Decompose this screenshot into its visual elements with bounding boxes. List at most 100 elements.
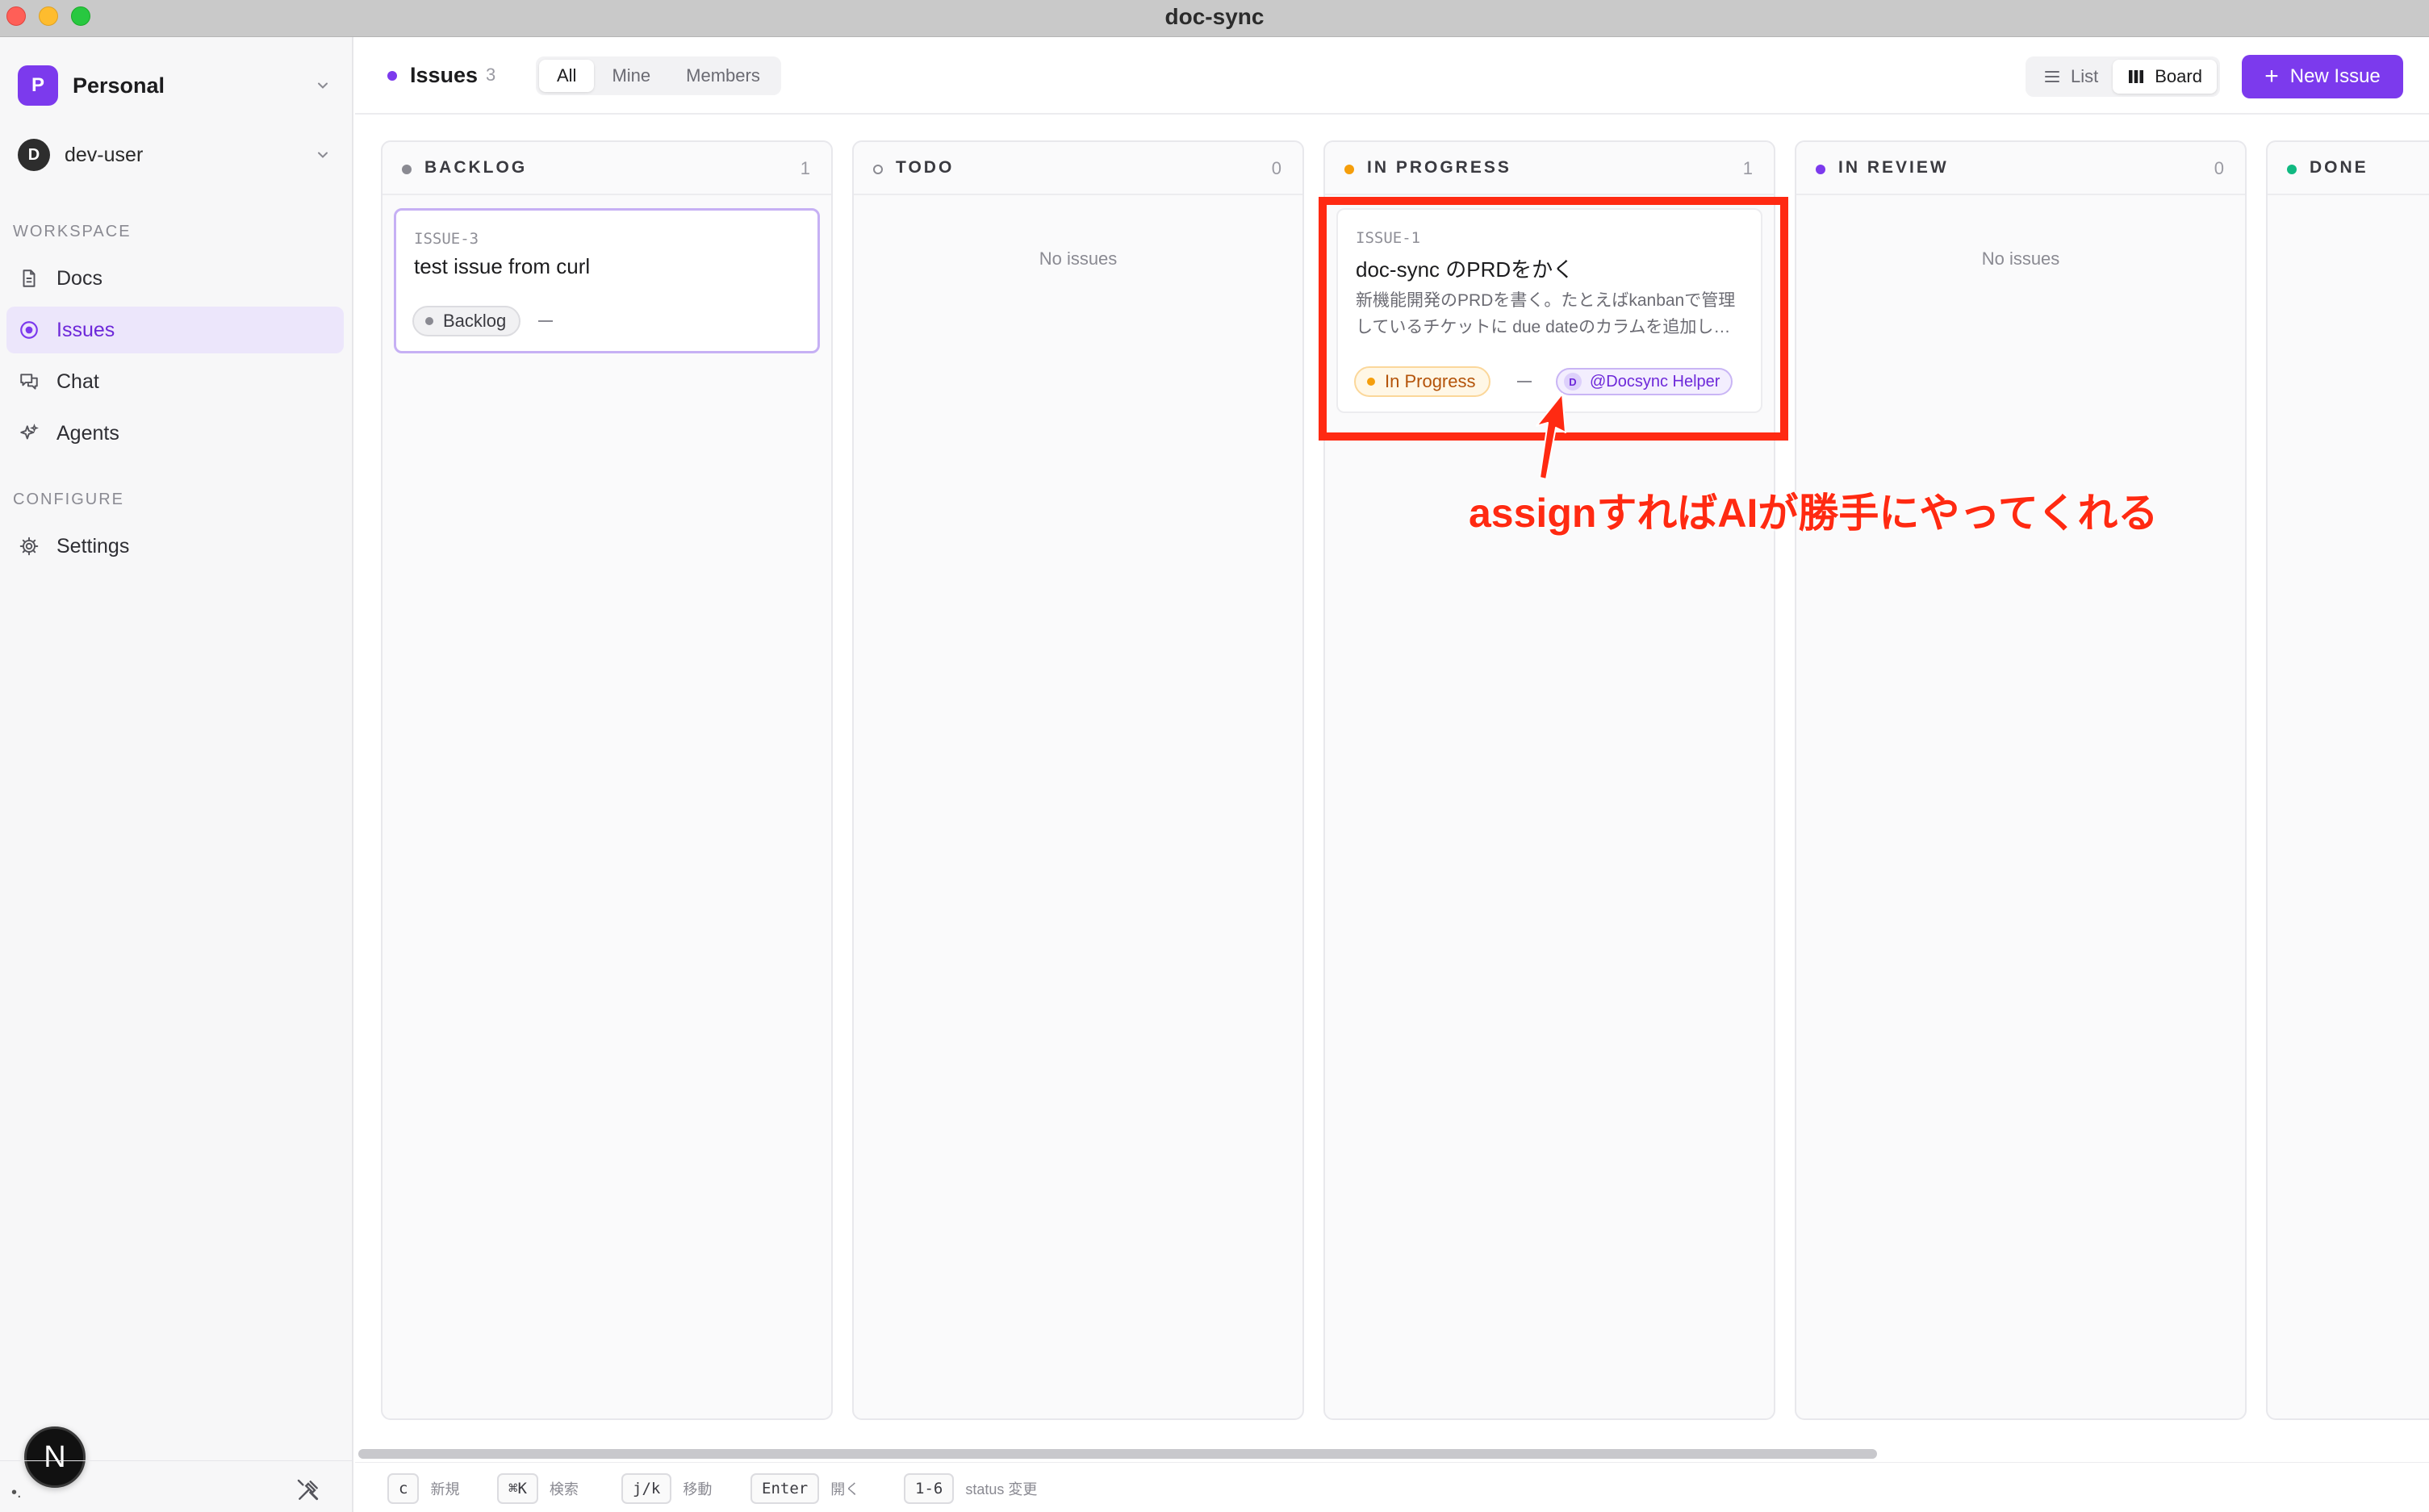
- column-header: BACKLOG 1: [383, 142, 831, 195]
- user-switcher[interactable]: D dev-user: [18, 134, 334, 176]
- gear-icon: [16, 533, 42, 559]
- tab-mine[interactable]: Mine: [594, 60, 668, 92]
- column-in-review: IN REVIEW 0 No issues: [1795, 140, 2247, 1420]
- sidebar-item-label: Chat: [56, 370, 99, 393]
- issues-icon: [16, 317, 42, 343]
- issues-dot-icon: [387, 71, 397, 81]
- shortcut-label: status 変更: [965, 1481, 1038, 1497]
- status-dot-icon: [1344, 165, 1354, 174]
- avatar: D: [18, 139, 50, 171]
- shortcut-label: 新規: [430, 1481, 460, 1497]
- sidebar-item-issues[interactable]: Issues: [6, 307, 344, 353]
- chat-icon: [16, 369, 42, 395]
- board-view-button[interactable]: Board: [2113, 60, 2217, 94]
- list-view-button[interactable]: List: [2029, 60, 2113, 94]
- shortcut-key: Enter: [750, 1473, 820, 1504]
- no-due-date-dash: [538, 320, 553, 322]
- column-title: IN REVIEW: [1838, 158, 1949, 177]
- document-icon: [16, 265, 42, 291]
- view-toggle: List Board: [2026, 56, 2220, 97]
- tools-icon[interactable]: [295, 1477, 321, 1503]
- status-dot-icon: [1816, 165, 1825, 174]
- board-view-label: Board: [2155, 66, 2202, 86]
- sidebar-item-chat[interactable]: Chat: [6, 358, 344, 405]
- shortcut-bar: c 新規 ⌘K 検索 j/k 移動 Enter 開く 1-6 status 変更: [355, 1462, 2429, 1512]
- column-title: BACKLOG: [424, 158, 528, 177]
- status-dot-icon: [873, 165, 883, 174]
- column-title: DONE: [2310, 158, 2368, 177]
- annotation-arrow-icon: [1536, 393, 1566, 480]
- column-header: TODO 0: [854, 142, 1302, 195]
- user-name: dev-user: [65, 143, 144, 166]
- shortcut-status: 1-6 status 変更: [904, 1472, 1037, 1505]
- column-done: DONE: [2266, 140, 2429, 1420]
- column-header: DONE: [2268, 142, 2429, 195]
- board-icon: [2129, 70, 2144, 83]
- chevron-down-icon: [311, 74, 334, 97]
- section-label-workspace: WORKSPACE: [13, 223, 132, 240]
- horizontal-scrollbar[interactable]: [358, 1449, 1877, 1459]
- workspace-switcher[interactable]: P Personal: [18, 63, 334, 108]
- list-view-label: List: [2071, 66, 2099, 86]
- empty-state: No issues: [1981, 249, 2060, 269]
- shortcut-key: ⌘K: [497, 1473, 538, 1504]
- status-dot-icon: [402, 165, 412, 174]
- column-count: 0: [2214, 158, 2224, 178]
- section-label-configure: CONFIGURE: [13, 491, 124, 508]
- agents-icon: [16, 420, 42, 446]
- column-title: IN PROGRESS: [1367, 158, 1511, 177]
- shortcut-search: ⌘K 検索: [497, 1472, 579, 1505]
- new-issue-label: New Issue: [2289, 65, 2381, 87]
- column-count: 1: [800, 158, 810, 178]
- sidebar-item-label: Issues: [56, 318, 115, 341]
- chevron-down-icon: [311, 144, 334, 166]
- status-dot-icon: [425, 317, 433, 325]
- tab-all[interactable]: All: [539, 60, 595, 92]
- tab-members[interactable]: Members: [668, 60, 778, 92]
- status-dot-icon: [2287, 165, 2297, 174]
- column-title: TODO: [896, 158, 955, 177]
- title-bar: doc-sync: [0, 0, 2429, 37]
- issue-card[interactable]: ISSUE-3 test issue from curl Backlog: [394, 208, 820, 353]
- column-todo: TODO 0 No issues: [852, 140, 1304, 1420]
- column-backlog: BACKLOG 1 ISSUE-3 test issue from curl B…: [381, 140, 833, 1420]
- shortcut-label: 開く: [830, 1481, 860, 1497]
- page-title: Issues: [410, 63, 479, 87]
- plus-icon: +: [2264, 63, 2279, 90]
- shortcut-move: j/k 移動: [621, 1472, 712, 1505]
- shortcut-key: j/k: [621, 1473, 672, 1504]
- sidebar-item-label: Docs: [56, 266, 102, 290]
- sidebar: P Personal D dev-user WORKSPACE Docs Iss…: [0, 37, 353, 1512]
- sidebar-item-settings[interactable]: Settings: [6, 523, 344, 570]
- column-count: 0: [1271, 158, 1281, 178]
- shortcut-key: c: [387, 1473, 420, 1504]
- shortcut-new: c 新規: [387, 1472, 459, 1505]
- shortcut-key: 1-6: [904, 1473, 955, 1504]
- status-label: Backlog: [443, 311, 507, 331]
- filter-tabs: All Mine Members: [536, 56, 781, 95]
- column-header: IN PROGRESS 1: [1325, 142, 1774, 195]
- new-issue-button[interactable]: + New Issue: [2242, 55, 2403, 98]
- shortcut-open: Enter 開く: [750, 1472, 859, 1505]
- list-icon: [2045, 71, 2059, 82]
- workspace-name: Personal: [73, 73, 165, 98]
- sidebar-item-agents[interactable]: Agents: [6, 410, 344, 457]
- issue-id: ISSUE-3: [414, 230, 479, 248]
- column-header: IN REVIEW 0: [1796, 142, 2245, 195]
- annotation-text: assignすればAIが勝手にやってくれる: [1469, 491, 2159, 536]
- column-count: 1: [1742, 158, 1753, 178]
- sidebar-item-label: Agents: [56, 421, 119, 445]
- shortcut-label: 移動: [683, 1481, 713, 1497]
- board-header: Issues 3 All Mine Members List Board + N…: [355, 37, 2429, 115]
- empty-state: No issues: [1039, 249, 1118, 269]
- sidebar-footer: •.: [0, 1460, 352, 1512]
- workspace-logo: P: [18, 65, 58, 106]
- status-indicator: •.: [11, 1484, 22, 1502]
- window-title: doc-sync: [1164, 4, 1265, 29]
- issue-count: 3: [486, 65, 496, 85]
- shortcut-label: 検索: [549, 1481, 579, 1497]
- status-badge[interactable]: Backlog: [412, 306, 521, 336]
- issue-title: test issue from curl: [414, 254, 591, 278]
- sidebar-item-docs[interactable]: Docs: [6, 255, 344, 302]
- sidebar-item-label: Settings: [56, 534, 130, 558]
